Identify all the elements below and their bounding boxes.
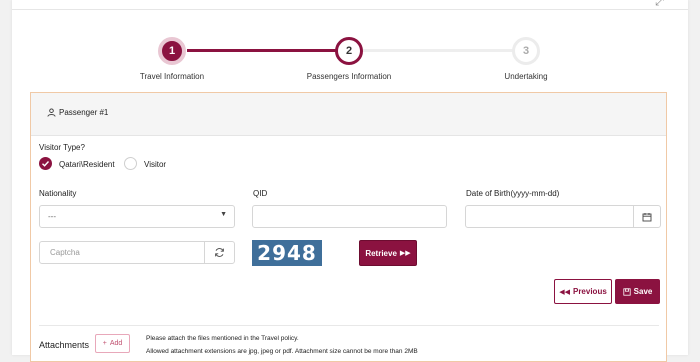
panel-title: Passenger #1 [47,108,108,117]
radio-qatari-resident[interactable] [39,157,52,170]
check-icon [42,161,50,167]
attachments-divider [39,325,659,326]
nationality-label: Nationality [39,189,77,198]
add-label: Add [109,340,123,347]
radio-visitor-label[interactable]: Visitor [144,160,166,169]
rewind-icon: ◀◀ [559,288,570,296]
calendar-button[interactable] [633,206,660,227]
captcha-placeholder: Captcha [50,248,80,257]
dob-input[interactable] [465,205,661,228]
top-divider [12,9,688,10]
retrieve-button[interactable]: Retrieve ▶▶ [359,240,417,266]
qid-label: QID [253,189,268,198]
step-3-circle[interactable]: 3 [512,37,540,65]
step-3-label: Undertaking [504,72,548,81]
step-2-number: 2 [345,45,353,57]
radio-qatari-resident-label[interactable]: Qatari\Resident [59,160,115,169]
step-1-circle[interactable]: 1 [158,37,186,65]
step-2-label: Passengers Information [306,72,392,81]
save-button[interactable]: Save [615,279,660,304]
passenger-panel: Passenger #1 Visitor Type? Qatari\Reside… [30,92,667,362]
captcha-input[interactable]: Captcha [39,241,235,264]
qid-input[interactable] [252,205,447,228]
chevron-down-icon: ▼ [220,211,227,218]
radio-visitor[interactable] [124,157,137,170]
calendar-icon [642,212,652,221]
attachment-note-2: Allowed attachment extensions are jpg, j… [146,348,418,355]
step-connector-1 [187,49,349,52]
refresh-icon [215,248,224,257]
step-1-number: 1 [168,45,176,57]
dob-label: Date of Birth(yyyy-mm-dd) [466,189,560,198]
plus-icon: + [102,340,107,347]
user-icon [47,108,56,117]
step-1-label: Travel Information [139,72,205,81]
refresh-captcha-button[interactable] [204,242,234,263]
attachments-label: Attachments [39,340,90,350]
panel-title-text: Passenger #1 [59,108,109,117]
expand-icon[interactable]: ⤢ [655,0,664,9]
nationality-select[interactable]: --- ▼ [39,205,235,228]
panel-header: Passenger #1 [31,93,666,136]
previous-button[interactable]: ◀◀ Previous [554,279,612,304]
captcha-image: 2948 [252,240,322,266]
fast-forward-icon: ▶▶ [399,250,411,257]
visitor-type-label: Visitor Type? [39,143,85,152]
previous-label: Previous [572,287,607,296]
add-attachment-button[interactable]: + Add [95,334,130,353]
step-connector-2 [362,49,524,52]
attachment-note-1: Please attach the files mentioned in the… [146,335,299,342]
nationality-value: --- [48,212,56,221]
save-icon [623,287,631,296]
step-2-circle[interactable]: 2 [335,37,363,65]
save-label: Save [633,287,653,296]
retrieve-label: Retrieve [365,248,397,258]
step-3-number: 3 [522,45,530,57]
